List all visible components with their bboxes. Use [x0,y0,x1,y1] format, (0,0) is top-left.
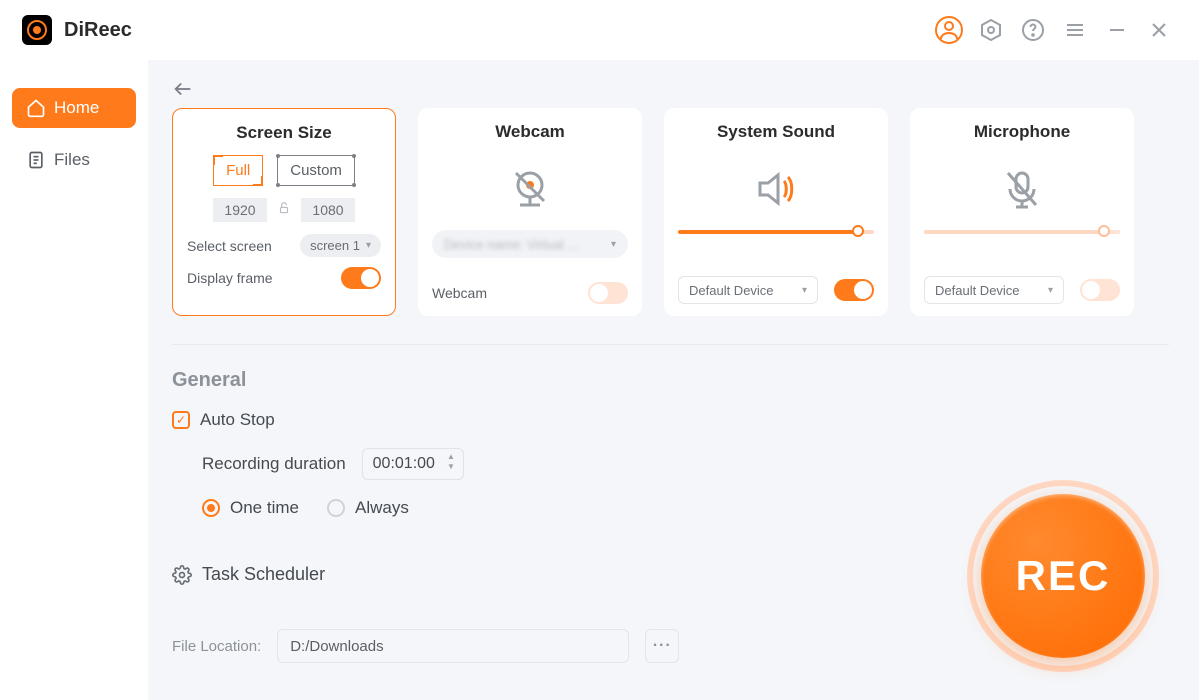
file-location-label: File Location: [172,638,261,655]
app-name: DiReec [64,19,132,42]
duration-value: 00:01:00 [373,455,435,472]
duration-label: Recording duration [202,454,346,474]
settings-icon[interactable] [973,12,1009,48]
webcam-off-icon [506,154,554,224]
task-scheduler-label: Task Scheduler [202,564,325,585]
webcam-toggle[interactable] [588,282,628,304]
main-panel: Screen Size Full Custom Select [148,60,1199,700]
sidebar-item-files[interactable]: Files [12,140,136,180]
device-value: Default Device [689,283,774,298]
record-button-ring: REC [967,480,1159,672]
back-arrow-icon[interactable] [172,78,194,100]
speaker-icon [752,154,800,224]
account-icon[interactable] [931,12,967,48]
custom-label: Custom [290,162,342,179]
card-title: Webcam [495,122,565,142]
sidebar-item-label: Home [54,98,99,118]
card-title: System Sound [717,122,835,142]
microphone-device-select[interactable]: Default Device ▾ [924,276,1064,304]
screen-value: screen 1 [310,238,360,253]
minimize-icon[interactable] [1099,12,1135,48]
chevron-down-icon: ▾ [611,239,616,250]
display-frame-toggle[interactable] [341,267,381,289]
card-screen-size: Screen Size Full Custom Select [172,108,396,316]
card-system-sound: System Sound Default Device ▾ [664,108,888,316]
menu-icon[interactable] [1057,12,1093,48]
webcam-device-value: Device name: Virtual ... [444,237,578,252]
home-icon [26,98,46,118]
screen-select[interactable]: screen 1 ▾ [300,234,381,257]
always-radio[interactable] [327,499,345,517]
system-volume-slider[interactable] [678,230,874,234]
general-title: General [172,369,1169,392]
app-logo [22,15,52,45]
card-webcam: Webcam Device name: Virtual ... ▾ Webcam [418,108,642,316]
sidebar-item-home[interactable]: Home [12,88,136,128]
card-title: Screen Size [236,123,331,143]
lock-icon[interactable] [277,201,291,220]
microphone-off-icon [998,154,1046,224]
chevron-down-icon: ▾ [1048,285,1053,296]
one-time-radio[interactable] [202,499,220,517]
select-screen-label: Select screen [187,238,272,254]
auto-stop-checkbox[interactable]: ✓ [172,411,190,429]
gear-icon [172,565,192,585]
system-sound-device-select[interactable]: Default Device ▾ [678,276,818,304]
record-button[interactable]: REC [981,494,1145,658]
record-label: REC [1016,552,1111,600]
titlebar: DiReec [0,0,1199,60]
file-icon [26,150,46,170]
help-icon[interactable] [1015,12,1051,48]
close-icon[interactable] [1141,12,1177,48]
duration-input[interactable]: 00:01:00 ▲▼ [362,448,464,480]
one-time-label: One time [230,498,299,518]
mic-volume-slider[interactable] [924,230,1120,234]
screen-full-button[interactable]: Full [213,155,263,186]
card-microphone: Microphone Default Device ▾ [910,108,1134,316]
divider [172,344,1169,345]
sidebar: Home Files [0,60,148,700]
auto-stop-label: Auto Stop [200,410,275,430]
height-input[interactable] [301,198,355,222]
always-label: Always [355,498,409,518]
screen-custom-button[interactable]: Custom [277,155,355,186]
file-location-value: D:/Downloads [290,638,383,655]
width-input[interactable] [213,198,267,222]
microphone-toggle[interactable] [1080,279,1120,301]
chevron-down-icon: ▾ [366,240,371,251]
display-frame-label: Display frame [187,270,273,286]
stepper-icon[interactable]: ▲▼ [447,453,455,471]
device-value: Default Device [935,283,1020,298]
system-sound-toggle[interactable] [834,279,874,301]
webcam-label: Webcam [432,285,487,301]
webcam-device-select[interactable]: Device name: Virtual ... ▾ [432,230,628,258]
browse-button[interactable]: ··· [645,629,679,663]
card-title: Microphone [974,122,1070,142]
chevron-down-icon: ▾ [802,285,807,296]
sidebar-item-label: Files [54,150,90,170]
file-location-input[interactable]: D:/Downloads [277,629,629,663]
